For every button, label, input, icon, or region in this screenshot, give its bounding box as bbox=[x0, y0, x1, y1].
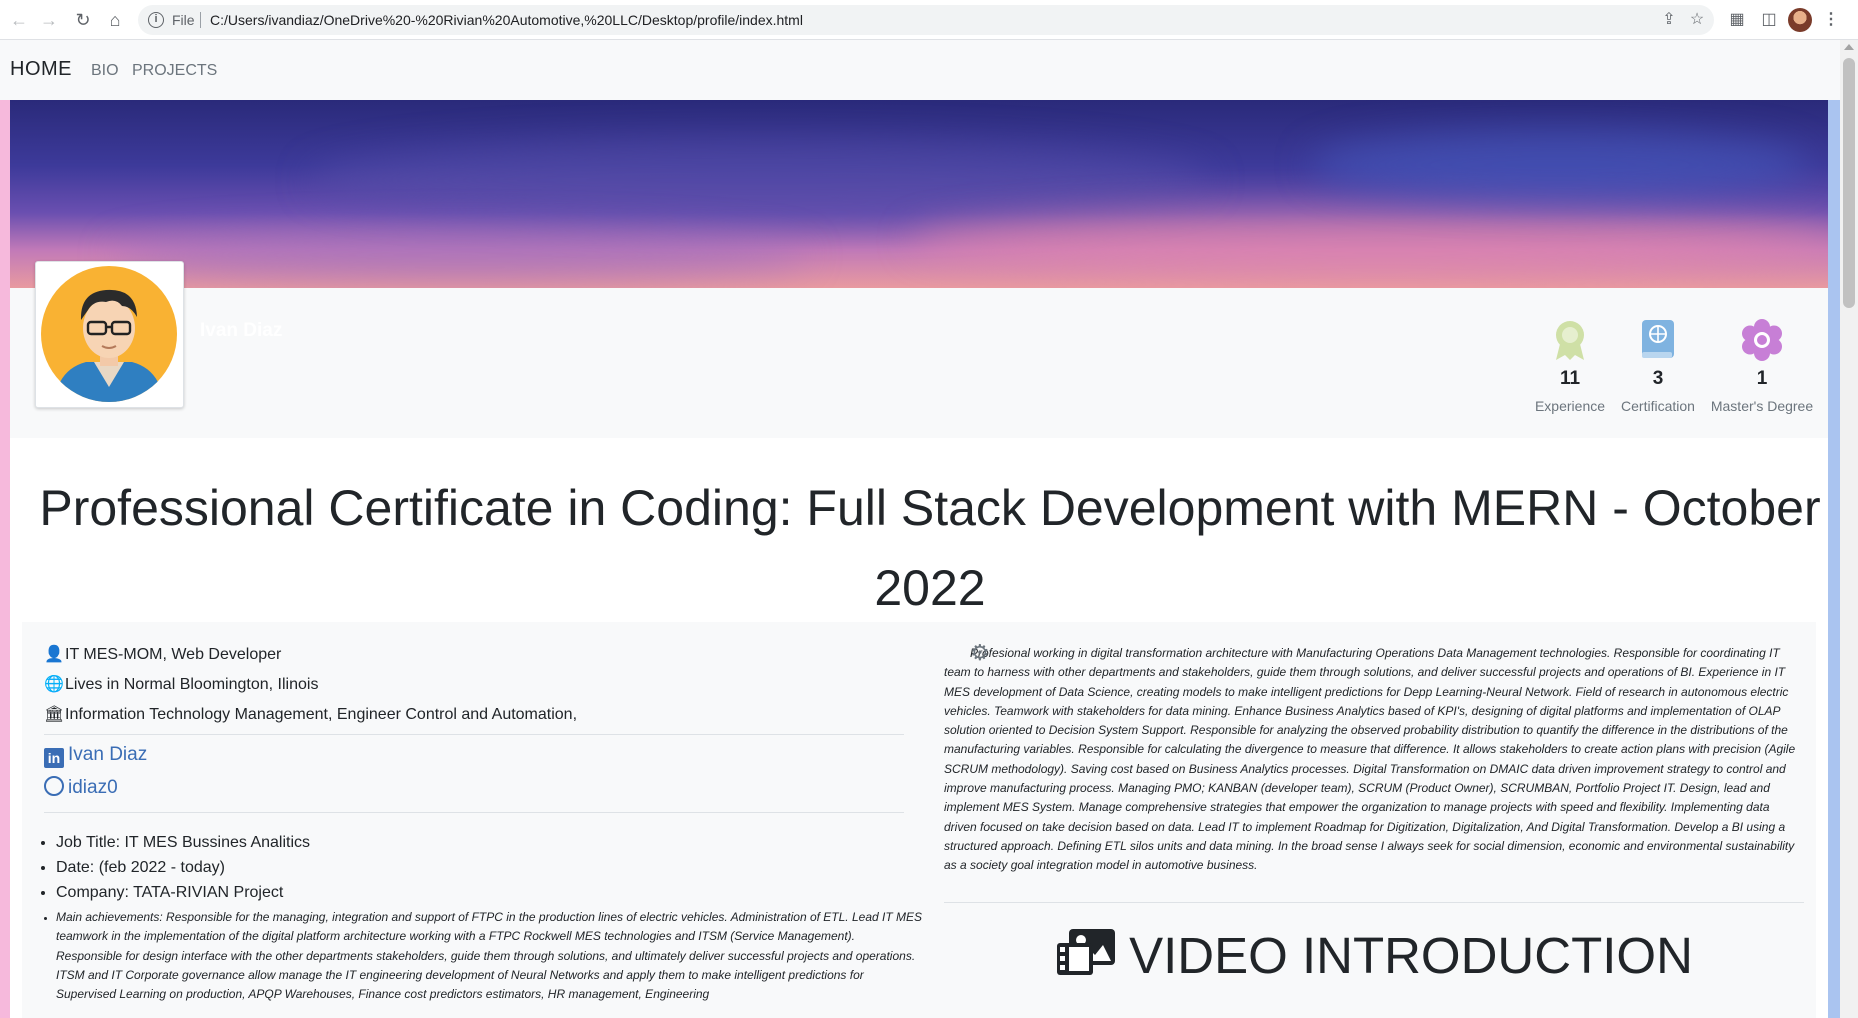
stat-value: 1 bbox=[1756, 368, 1768, 389]
stat-label: Certification bbox=[1621, 398, 1695, 414]
achievements-item: Main achievements: Responsible for the m… bbox=[56, 908, 924, 1004]
job-company-item: Company: TATA-RIVIAN Project bbox=[56, 880, 916, 905]
video-title-text: VIDEO INTRODUCTION bbox=[1129, 927, 1693, 984]
stat-certification: 3 Certification bbox=[1598, 318, 1718, 414]
stat-value: 3 bbox=[1652, 368, 1664, 389]
stat-label: Master's Degree bbox=[1710, 398, 1814, 414]
hero-banner bbox=[10, 100, 1828, 288]
github-icon bbox=[44, 776, 64, 796]
divider bbox=[44, 812, 904, 813]
nav-bio-link[interactable]: BIO bbox=[91, 62, 119, 80]
bio-column: ⚙ Profesional working in digital transfor… bbox=[944, 640, 1804, 984]
job-info: 👤IT MES-MOM, Web Developer bbox=[44, 644, 281, 664]
file-label: File bbox=[172, 12, 195, 28]
linkedin-icon: in bbox=[44, 748, 64, 768]
info-panel: 👤IT MES-MOM, Web Developer 🌐Lives in Nor… bbox=[22, 622, 1816, 1018]
profile-avatar-card bbox=[35, 261, 184, 408]
divider bbox=[944, 902, 1804, 903]
photo-video-icon bbox=[1057, 929, 1116, 975]
share-icon[interactable]: ⇪ bbox=[1660, 11, 1678, 29]
globe-icon: 🌐 bbox=[44, 676, 64, 693]
flower-icon bbox=[1742, 319, 1782, 361]
bio-paragraph: ⚙ Profesional working in digital transfor… bbox=[944, 640, 1804, 876]
stat-masters-degree: 1 Master's Degree bbox=[1702, 318, 1822, 414]
job-title-item: Job Title: IT MES Bussines Analitics bbox=[56, 830, 916, 855]
education-info: 🏛Information Technology Management, Engi… bbox=[44, 704, 577, 724]
education-text: Information Technology Management, Engin… bbox=[65, 706, 578, 723]
browser-toolbar: ← → ↻ ⌂ i File C:/Users/ivandiaz/OneDriv… bbox=[0, 0, 1858, 40]
book-icon bbox=[1642, 320, 1674, 358]
nav-home-link[interactable]: HOME bbox=[10, 58, 72, 81]
home-icon[interactable]: ⌂ bbox=[104, 9, 126, 31]
side-panel-icon[interactable]: ◫ bbox=[1758, 9, 1780, 31]
back-arrow-icon[interactable]: ← bbox=[8, 9, 30, 31]
info-icon[interactable]: i bbox=[148, 12, 164, 28]
bank-icon: 🏛 bbox=[44, 706, 65, 723]
main-content-card: Professional Certificate in Coding: Full… bbox=[10, 438, 1828, 1018]
scroll-thumb[interactable] bbox=[1843, 58, 1855, 308]
github-link[interactable]: idiaz0 bbox=[44, 776, 118, 799]
url-separator bbox=[200, 12, 201, 28]
page-title: Professional Certificate in Coding: Full… bbox=[39, 480, 1821, 616]
forward-arrow-icon[interactable]: → bbox=[38, 9, 60, 31]
github-label[interactable]: idiaz0 bbox=[68, 777, 118, 798]
profile-name: Ivan Diaz bbox=[200, 320, 283, 341]
scroll-up-arrow-icon[interactable] bbox=[1844, 44, 1854, 50]
job-details-list: Job Title: IT MES Bussines Analitics Dat… bbox=[56, 830, 916, 905]
gear-icon: ⚙ bbox=[970, 640, 990, 665]
avatar bbox=[41, 266, 177, 402]
bookmark-star-icon[interactable]: ☆ bbox=[1688, 11, 1706, 29]
extensions-puzzle-icon[interactable]: ▦ bbox=[1726, 9, 1748, 31]
browser-profile-avatar[interactable] bbox=[1788, 8, 1812, 32]
job-text: IT MES-MOM, Web Developer bbox=[65, 646, 282, 663]
stats-panel: 11 Experience 3 Certification 1 Master's… bbox=[10, 288, 1828, 438]
page-body: 11 Experience 3 Certification 1 Master's… bbox=[0, 100, 1840, 1018]
award-icon bbox=[1556, 321, 1584, 360]
nav-projects-link[interactable]: PROJECTS bbox=[132, 62, 217, 80]
page-scrollbar[interactable] bbox=[1840, 40, 1858, 1018]
location-info: 🌐Lives in Normal Bloomington, Ilinois bbox=[44, 674, 318, 694]
linkedin-label[interactable]: Ivan Diaz bbox=[68, 744, 147, 765]
user-icon: 👤 bbox=[44, 646, 64, 663]
kebab-menu-icon[interactable]: ⋮ bbox=[1820, 9, 1842, 31]
divider bbox=[44, 734, 904, 735]
site-navbar: HOME BIO PROJECTS bbox=[0, 40, 1840, 100]
bio-text: Profesional working in digital transform… bbox=[944, 646, 1796, 873]
reload-icon[interactable]: ↻ bbox=[72, 9, 94, 31]
job-date-item: Date: (feb 2022 - today) bbox=[56, 855, 916, 880]
linkedin-link[interactable]: in Ivan Diaz bbox=[44, 744, 147, 768]
address-bar[interactable]: i File C:/Users/ivandiaz/OneDrive%20-%20… bbox=[138, 5, 1714, 35]
video-section-title: VIDEO INTRODUCTION bbox=[944, 926, 1804, 985]
achievements-list: Main achievements: Responsible for the m… bbox=[56, 908, 924, 1004]
url-text[interactable]: C:/Users/ivandiaz/OneDrive%20-%20Rivian%… bbox=[210, 12, 803, 28]
location-text: Lives in Normal Bloomington, Ilinois bbox=[65, 676, 319, 693]
